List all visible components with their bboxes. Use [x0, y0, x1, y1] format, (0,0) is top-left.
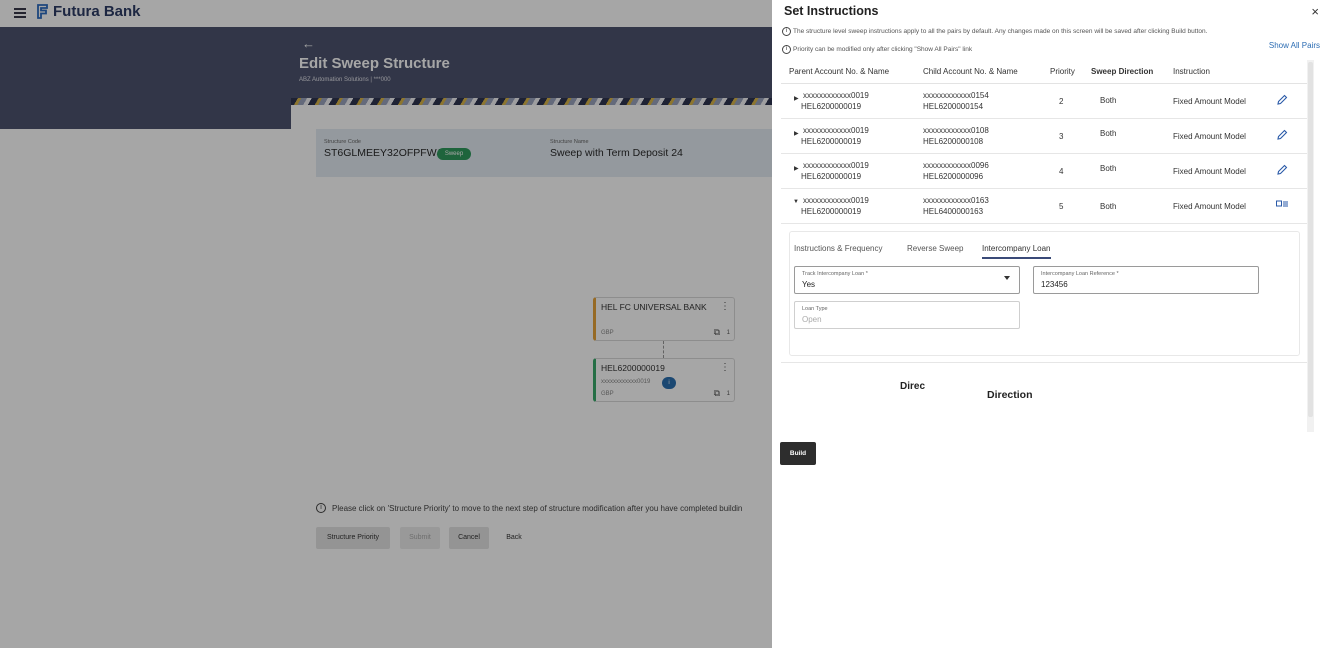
tab-instructions-frequency[interactable]: Instructions & Frequency	[794, 244, 882, 257]
field-value: Yes	[802, 280, 816, 289]
direction-text: Direction	[987, 389, 1033, 401]
table-row-expanded[interactable]: ▼ xxxxxxxxxxxx0019 HEL6200000019 xxxxxxx…	[781, 189, 1307, 224]
child-account: xxxxxxxxxxxx0108	[923, 126, 989, 135]
instruction-value: Fixed Amount Model	[1173, 97, 1246, 106]
drawer-title: Set Instructions	[784, 4, 879, 18]
close-icon[interactable]: ×	[1311, 4, 1319, 19]
child-account: xxxxxxxxxxxx0096	[923, 161, 989, 170]
instruction-value: Fixed Amount Model	[1173, 132, 1246, 141]
loan-type-input[interactable]: Loan Type Open	[794, 301, 1020, 329]
column-header-instruction: Instruction	[1173, 67, 1210, 76]
info-icon: i	[782, 27, 791, 36]
drawer-note: i Priority can be modified only after cl…	[782, 45, 972, 54]
pencil-icon[interactable]	[1275, 93, 1289, 107]
field-placeholder: Open	[802, 315, 822, 324]
direction-value: Both	[1100, 129, 1117, 138]
modal-overlay[interactable]	[0, 0, 772, 648]
column-header-child: Child Account No. & Name	[923, 67, 1018, 76]
direction-value: Both	[1100, 202, 1117, 211]
direction-value: Both	[1100, 96, 1117, 105]
child-name: HEL6400000163	[923, 207, 984, 216]
divider	[781, 362, 1307, 363]
scrollbar-thumb[interactable]	[1308, 62, 1313, 417]
card-list-icon[interactable]	[1275, 198, 1289, 212]
instruction-value: Fixed Amount Model	[1173, 202, 1246, 211]
table-row[interactable]: ▶ xxxxxxxxxxxx0019 HEL6200000019 xxxxxxx…	[781, 84, 1307, 119]
parent-account: xxxxxxxxxxxx0019	[803, 91, 869, 100]
expand-caret-icon[interactable]: ▶	[794, 95, 799, 102]
child-name: HEL6200000108	[923, 137, 984, 146]
table-row[interactable]: ▶ xxxxxxxxxxxx0019 HEL6200000019 xxxxxxx…	[781, 119, 1307, 154]
priority-value: 4	[1059, 167, 1064, 176]
priority-value: 5	[1059, 202, 1064, 211]
show-all-pairs-link[interactable]: Show All Pairs	[1269, 41, 1320, 50]
priority-value: 3	[1059, 132, 1064, 141]
build-button[interactable]: Build	[780, 442, 816, 465]
parent-name: HEL6200000019	[801, 207, 862, 216]
drawer-note: i The structure level sweep instructions…	[782, 27, 1207, 36]
column-header-parent: Parent Account No. & Name	[789, 67, 890, 76]
tab-reverse-sweep[interactable]: Reverse Sweep	[907, 244, 963, 257]
parent-name: HEL6200000019	[801, 172, 862, 181]
chevron-down-icon	[1004, 276, 1010, 280]
column-header-priority: Priority	[1050, 67, 1075, 76]
expand-caret-icon[interactable]: ▶	[794, 165, 799, 172]
field-label: Track Intercompany Loan *	[802, 271, 868, 277]
tab-intercompany-loan[interactable]: Intercompany Loan	[982, 244, 1051, 259]
pairs-table-header: Parent Account No. & Name Child Account …	[781, 60, 1307, 84]
child-name: HEL6200000154	[923, 102, 984, 111]
parent-account: xxxxxxxxxxxx0019	[803, 126, 869, 135]
child-account: xxxxxxxxxxxx0154	[923, 91, 989, 100]
field-label: Intercompany Loan Reference *	[1041, 271, 1119, 277]
pencil-icon[interactable]	[1275, 163, 1289, 177]
parent-name: HEL6200000019	[801, 102, 862, 111]
child-account: xxxxxxxxxxxx0163	[923, 196, 989, 205]
direction-text-short: Direc	[900, 381, 926, 392]
set-instructions-drawer: Set Instructions × i The structure level…	[772, 0, 1327, 648]
priority-value: 2	[1059, 97, 1064, 106]
table-row[interactable]: ▶ xxxxxxxxxxxx0019 HEL6200000019 xxxxxxx…	[781, 154, 1307, 189]
info-icon: i	[782, 45, 791, 54]
parent-account: xxxxxxxxxxxx0019	[803, 161, 869, 170]
collapse-caret-icon[interactable]: ▼	[793, 199, 799, 205]
child-name: HEL6200000096	[923, 172, 984, 181]
parent-name: HEL6200000019	[801, 137, 862, 146]
instruction-value: Fixed Amount Model	[1173, 167, 1246, 176]
drawer-note-text: The structure level sweep instructions a…	[793, 28, 1208, 35]
field-value: 123456	[1041, 280, 1068, 289]
direction-value: Both	[1100, 164, 1117, 173]
intercompany-loan-reference-input[interactable]: Intercompany Loan Reference * 123456	[1033, 266, 1259, 294]
parent-account: xxxxxxxxxxxx0019	[803, 196, 869, 205]
column-header-direction: Sweep Direction	[1091, 67, 1154, 76]
drawer-note-text: Priority can be modified only after clic…	[793, 46, 973, 53]
pencil-icon[interactable]	[1275, 128, 1289, 142]
instruction-detail-panel: Instructions & Frequency Reverse Sweep I…	[789, 231, 1300, 356]
track-intercompany-loan-select[interactable]: Track Intercompany Loan * Yes	[794, 266, 1020, 294]
field-label: Loan Type	[802, 306, 828, 312]
expand-caret-icon[interactable]: ▶	[794, 130, 799, 137]
